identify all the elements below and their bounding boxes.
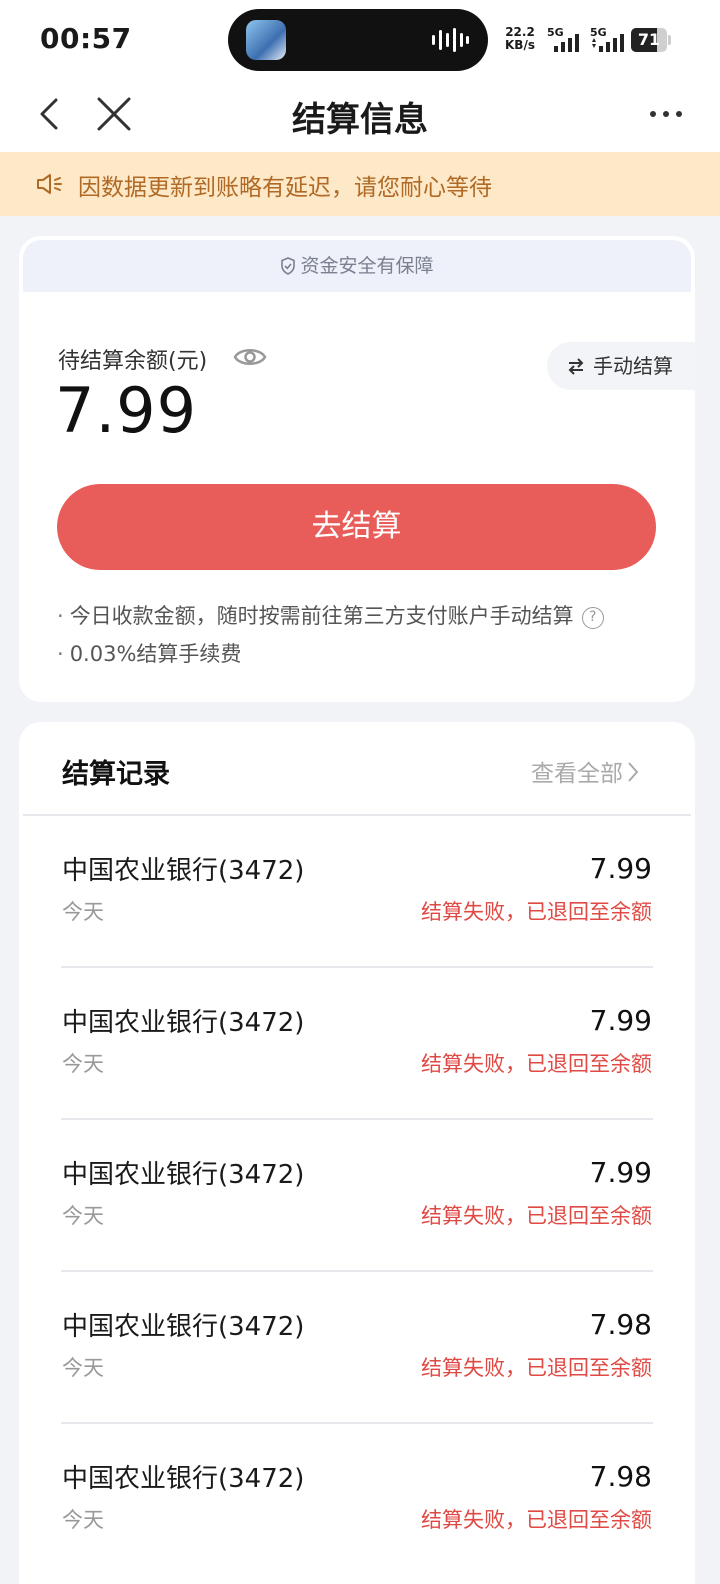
record-row[interactable]: 中国农业银行(3472) 今天 7.98 结算失败，已退回至余额 xyxy=(19,1424,695,1576)
dynamic-island[interactable] xyxy=(228,9,488,71)
shield-icon xyxy=(281,257,296,275)
manual-settle-label: 手动结算 xyxy=(593,354,673,378)
battery-icon: 71 xyxy=(631,28,671,52)
record-date: 今天 xyxy=(62,1204,104,1228)
note-2-text: 0.03%结算手续费 xyxy=(69,642,242,666)
settle-button[interactable]: 去结算 xyxy=(57,484,656,570)
balance-card: 资金安全有保障 待结算余额(元) 7.99 手动结算 去结算 · 今日收款金额，随… xyxy=(19,236,697,702)
record-date: 今天 xyxy=(62,1508,104,1532)
record-row[interactable]: 中国农业银行(3472) 今天 7.99 结算失败，已退回至余额 xyxy=(19,816,695,968)
signal-icon xyxy=(554,34,579,52)
signal-icon-2 xyxy=(592,34,624,52)
notice-banner: 因数据更新到账略有延迟，请您耐心等待 xyxy=(0,152,720,216)
view-all-link[interactable]: 查看全部 xyxy=(531,754,639,788)
note-2: · 0.03%结算手续费 xyxy=(57,642,242,666)
record-amount: 7.98 xyxy=(589,1460,652,1493)
speaker-icon xyxy=(37,174,62,194)
balance-label: 待结算余额(元) xyxy=(58,349,208,374)
records-card: 结算记录 查看全部 中国农业银行(3472) 今天 7.99 结算失败，已退回至… xyxy=(19,722,695,1584)
more-icon[interactable] xyxy=(648,106,684,122)
record-date: 今天 xyxy=(62,1052,104,1076)
status-time: 00:57 xyxy=(40,22,132,55)
audio-wave-icon xyxy=(432,28,469,52)
eye-icon[interactable] xyxy=(233,344,267,370)
record-status: 结算失败，已退回至余额 xyxy=(421,1356,652,1380)
battery-level: 71 xyxy=(637,30,661,49)
record-bank: 中国农业银行(3472) xyxy=(62,1312,305,1342)
network-speed: 22.2 KB/s xyxy=(505,25,535,52)
record-bank: 中国农业银行(3472) xyxy=(62,1464,305,1494)
app-thumbnail-icon xyxy=(246,20,286,60)
record-amount: 7.98 xyxy=(589,1308,652,1341)
record-status: 结算失败，已退回至余额 xyxy=(421,1508,652,1532)
record-bank: 中国农业银行(3472) xyxy=(62,856,305,886)
record-date: 今天 xyxy=(62,900,104,924)
record-amount: 7.99 xyxy=(589,852,652,885)
chevron-right-icon xyxy=(628,762,639,782)
record-row[interactable]: 中国农业银行(3472) 今天 7.99 结算失败，已退回至余额 xyxy=(19,968,695,1120)
nav-bar: 结算信息 xyxy=(0,78,720,152)
record-amount: 7.99 xyxy=(589,1004,652,1037)
status-bar: 00:57 22.2 KB/s 5G 5G 71 xyxy=(0,0,720,78)
page-title: 结算信息 xyxy=(292,100,428,140)
record-bank: 中国农业银行(3472) xyxy=(62,1160,305,1190)
help-icon[interactable]: ? xyxy=(581,607,604,629)
record-bank: 中国农业银行(3472) xyxy=(62,1008,305,1038)
manual-settle-button[interactable]: 手动结算 xyxy=(547,342,697,390)
record-row[interactable]: 中国农业银行(3472) 今天 7.99 结算失败，已退回至余额 xyxy=(19,1120,695,1272)
record-status: 结算失败，已退回至余额 xyxy=(421,1204,652,1228)
note-1: · 今日收款金额，随时按需前往第三方支付账户手动结算? xyxy=(57,600,604,630)
record-date: 今天 xyxy=(62,1356,104,1380)
record-row[interactable]: 中国农业银行(3472) 今天 7.98 结算失败，已退回至余额 xyxy=(19,1272,695,1424)
swap-icon xyxy=(568,358,584,375)
note-1-text: 今日收款金额，随时按需前往第三方支付账户手动结算 xyxy=(69,604,574,628)
notice-text: 因数据更新到账略有延迟，请您耐心等待 xyxy=(78,175,492,201)
record-amount: 7.99 xyxy=(589,1156,652,1189)
balance-amount: 7.99 xyxy=(55,374,198,447)
records-title: 结算记录 xyxy=(62,759,170,790)
safety-strip: 资金安全有保障 xyxy=(23,240,691,292)
safety-text: 资金安全有保障 xyxy=(300,255,434,277)
record-status: 结算失败，已退回至余额 xyxy=(421,1052,652,1076)
record-status: 结算失败，已退回至余额 xyxy=(421,900,652,924)
